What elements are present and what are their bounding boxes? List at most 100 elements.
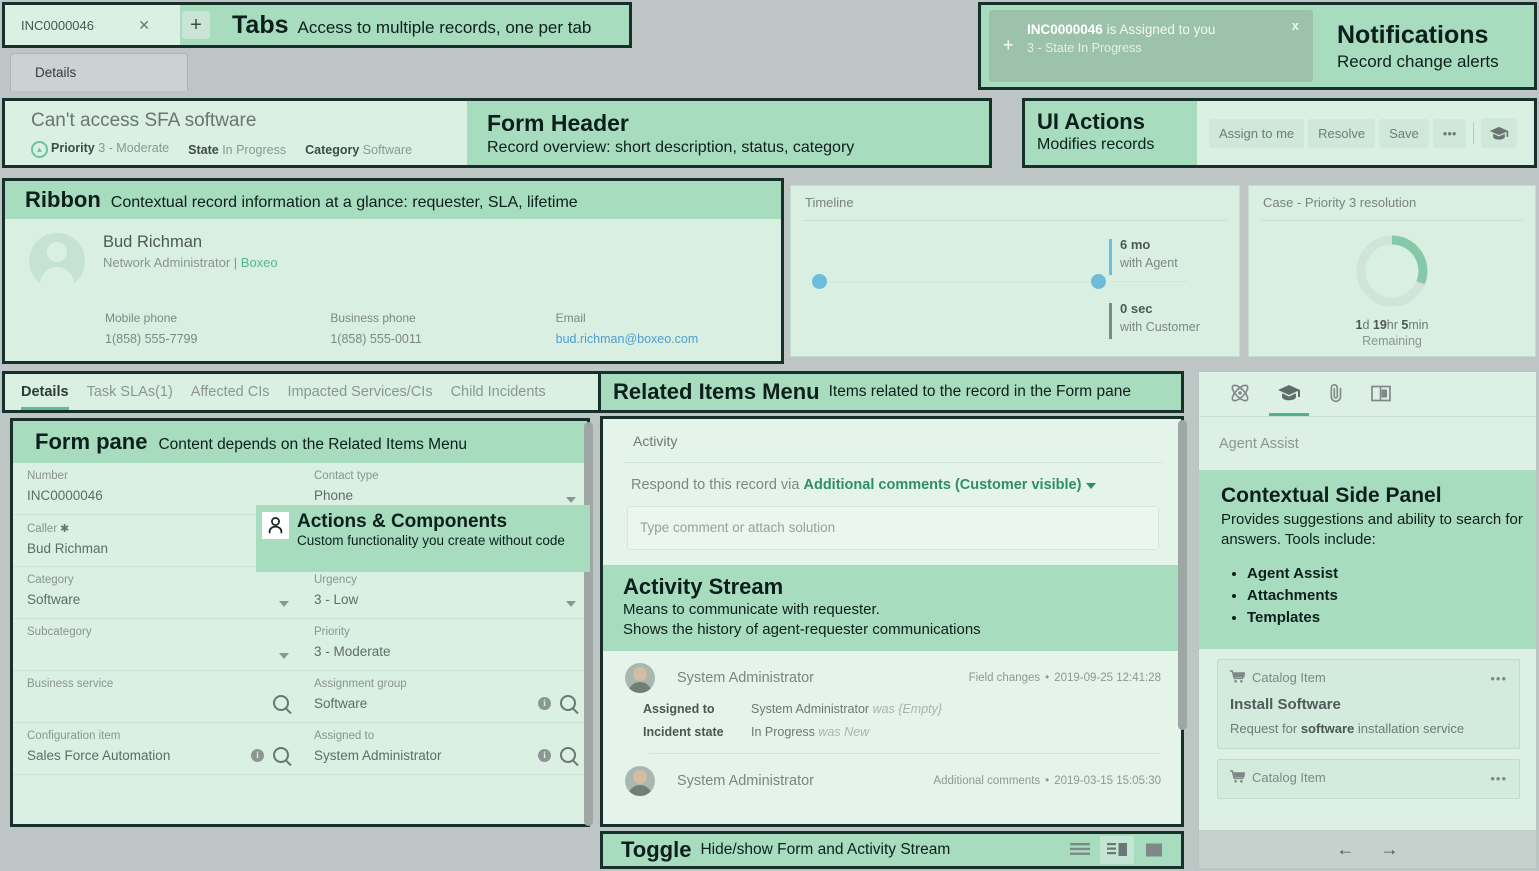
email-link[interactable]: bud.richman@boxeo.com [556,332,699,346]
stream-only-icon[interactable] [1063,836,1097,864]
close-icon[interactable]: x [1292,18,1299,33]
info-icon[interactable]: i [251,748,264,762]
split-view-icon[interactable] [1100,836,1134,864]
field-assigned-to-value: System Administrator [314,748,442,763]
chevron-down-icon[interactable] [279,601,289,607]
search-icon[interactable] [560,747,576,763]
tool-agent-assist: Agent Assist [1247,565,1536,582]
notification-subline: 3 - State In Progress [1027,41,1142,55]
search-icon[interactable] [273,695,289,711]
tab-details[interactable]: Details [10,53,188,91]
avatar [625,765,655,796]
field-urgency[interactable]: Urgency 3 - Low [300,567,587,619]
assign-to-me-button[interactable]: Assign to me [1209,118,1305,148]
search-icon[interactable] [273,747,289,763]
catalog-desc-pre: Request for [1230,720,1301,736]
search-icon[interactable] [560,695,576,711]
comment-input[interactable]: Type comment or attach solution [627,506,1159,550]
category-value: Software [362,142,413,157]
requester-company-link[interactable]: Boxeo [241,255,278,270]
field-change-new: In Progress [751,724,815,739]
chevron-down-icon[interactable] [566,601,576,607]
side-panel-annotation: Contextual Side Panel Provides suggestio… [1199,470,1536,649]
plus-icon[interactable]: + [182,11,210,39]
state-field: State In Progress [188,143,286,157]
ui-actions-toolbar: Assign to me Resolve Save ••• [1197,118,1518,148]
field-assignment-group[interactable]: Assignment group Software i [300,671,587,723]
notification-headline: INC0000046 is Assigned to you [1027,22,1303,37]
form-pane-scrollbar[interactable] [584,422,593,826]
timeline-title: Timeline [805,195,854,210]
form-pane-annotation: Form pane Content depends on the Related… [13,421,587,463]
info-icon[interactable]: i [538,696,551,710]
field-assigned-to[interactable]: Assigned to System Administrator i [300,723,587,775]
required-asterisk-icon: ✱ [60,523,70,535]
ri-tab-task-slas[interactable]: Task SLAs(1) [87,384,173,400]
more-options-icon[interactable]: ••• [1490,771,1507,786]
ri-tab-details[interactable]: Details [21,384,69,410]
arrow-left-icon[interactable]: ← [1337,839,1355,860]
graduation-cap-icon[interactable] [1481,118,1518,148]
notification-record-number: INC0000046 [1027,22,1103,37]
actions-components-callout: Actions & Components Custom functionalit… [256,505,590,572]
more-actions-button[interactable]: ••• [1432,118,1467,148]
more-options-icon[interactable]: ••• [1490,671,1507,686]
templates-icon[interactable] [1371,385,1391,416]
chevron-down-icon[interactable] [1086,483,1097,489]
paperclip-icon[interactable] [1327,383,1345,417]
form-only-icon[interactable] [1137,836,1171,864]
plus-icon: + [1003,35,1014,55]
arrow-right-icon[interactable]: → [1381,839,1399,860]
field-category[interactable]: Category Software [13,567,300,619]
contextual-side-panel: Agent Assist Contextual Side Panel Provi… [1198,371,1537,869]
field-subcategory[interactable]: Subcategory [13,619,300,671]
catalog-item-card[interactable]: Catalog Item ••• [1217,758,1520,799]
ri-tab-impacted-services[interactable]: Impacted Services/CIs [288,384,433,400]
ri-tab-child-incidents[interactable]: Child Incidents [451,384,546,400]
activity-pane-scrollbar[interactable] [1178,420,1187,730]
requester-contacts: Mobile phone 1(858) 555-7799 Business ph… [29,311,781,346]
info-icon[interactable]: i [538,748,551,762]
field-category-icons [279,601,289,607]
activity-entry: System Administrator Field changes • 2019-… [603,651,1181,754]
field-change-value: In Progress was New [751,725,869,739]
field-assignment-group-icons: i [538,695,576,711]
field-configuration-item[interactable]: Configuration item Sales Force Automatio… [13,723,300,775]
resolve-button[interactable]: Resolve [1308,118,1376,148]
save-button[interactable]: Save [1379,118,1429,148]
activity-entry-meta: Additional comments • 2019-03-15 15:05:30 [933,775,1161,787]
ri-tab-affected-cis[interactable]: Affected CIs [191,384,270,400]
catalog-item-type-label: Catalog Item [1252,770,1326,785]
actions-components-sub: Custom functionality you create without … [297,532,565,548]
record-tab[interactable]: INC0000046 ✕ [5,5,180,45]
priority-field: ▲ Priority 3 - Moderate [31,141,169,158]
field-business-service[interactable]: Business service [13,671,300,723]
notifications-callout: + x INC0000046 is Assigned to you 3 - St… [978,2,1537,90]
field-urgency-value: 3 - Low [314,592,359,607]
notification-toast[interactable]: + x INC0000046 is Assigned to you 3 - St… [989,10,1313,82]
ribbon-body: Bud Richman Network Administrator | Boxe… [5,219,781,346]
activity-pane: Activity Respond to this record via Addi… [600,416,1184,827]
form-header-callout-sub: Record overview: short description, stat… [487,138,855,156]
activity-entry-header: System Administrator Field changes • 2019-… [625,662,1181,693]
field-business-service-value [27,696,286,712]
atom-icon[interactable] [1229,383,1251,417]
form-header: Can't access SFA software ▲ Priority 3 - … [5,101,467,165]
tabs-callout: INC0000046 ✕ + Tabs Access to multiple r… [2,2,632,48]
avatar [29,233,85,289]
field-subcategory-label: Subcategory [27,626,92,638]
chevron-down-icon[interactable] [279,653,289,659]
close-icon[interactable]: ✕ [138,18,150,32]
toggle-buttons [1063,836,1181,864]
respond-channel-selector[interactable]: Additional comments (Customer visible) [803,477,1081,493]
form-header-meta: ▲ Priority 3 - Moderate State In Progress… [31,141,467,158]
graduation-cap-icon[interactable] [1269,384,1309,416]
divider [1473,122,1475,144]
field-category-label: Category [27,574,74,586]
activity-entry-meta: Field changes • 2019-09-25 12:41:28 [969,672,1161,684]
field-caller-value: Bud Richman [27,541,109,556]
catalog-item-card[interactable]: Catalog Item ••• Install Software Reques… [1217,658,1520,749]
chevron-down-icon[interactable] [566,497,576,503]
respond-row: Respond to this record via Additional co… [603,463,1181,493]
tabs-annotation: Tabs Access to multiple records, one per… [210,11,591,40]
